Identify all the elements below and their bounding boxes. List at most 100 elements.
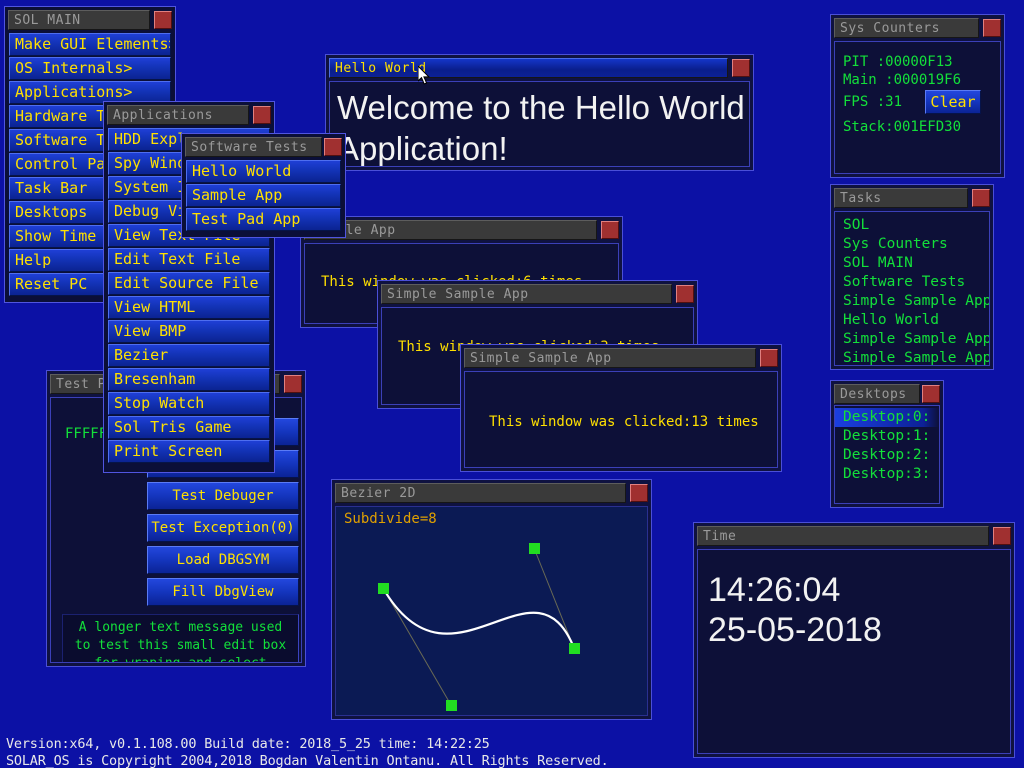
window-sys-counters[interactable]: Sys Counters PIT :00000F13 Main :000019F… bbox=[830, 14, 1005, 178]
test-pad-button-test-exception[interactable]: Test Exception(0) bbox=[147, 514, 299, 542]
desktops-title: Desktops bbox=[834, 384, 920, 404]
menu-item-sample-app[interactable]: Sample App bbox=[186, 184, 341, 207]
close-icon[interactable] bbox=[284, 375, 302, 393]
menu-item-stop-watch[interactable]: Stop Watch bbox=[108, 392, 270, 415]
list-item[interactable]: Sys Counters bbox=[835, 235, 989, 254]
desktops-body: Desktop:0: Desktop:1: Desktop:2: Desktop… bbox=[834, 405, 940, 504]
close-icon[interactable] bbox=[676, 285, 694, 303]
tasks-titlebar[interactable]: Tasks bbox=[834, 188, 990, 208]
close-icon[interactable] bbox=[630, 484, 648, 502]
desktop-root: SOL MAIN Make GUI Elements> OS Internals… bbox=[0, 0, 1024, 768]
hdd1-checkbox-row[interactable]: HDD1 bbox=[945, 169, 1000, 173]
list-item-desktop-0[interactable]: Desktop:0: bbox=[835, 408, 939, 427]
hello-world-title: Hello World bbox=[329, 58, 728, 78]
bezier-handle-line-1 bbox=[382, 587, 452, 706]
close-icon[interactable] bbox=[983, 19, 1001, 37]
list-item-desktop-2[interactable]: Desktop:2: bbox=[835, 446, 939, 465]
bezier-body: Subdivide=8 bbox=[335, 506, 648, 716]
status-line-1: Version:x64, v0.1.108.00 Build date: 201… bbox=[6, 736, 490, 752]
sample-app-3-titlebar[interactable]: Simple Sample App bbox=[464, 348, 778, 368]
desktops-titlebar[interactable]: Desktops bbox=[834, 384, 940, 404]
sample-app-2-title: Simple Sample App bbox=[381, 284, 672, 304]
sample-app-2-titlebar[interactable]: Simple Sample App bbox=[381, 284, 694, 304]
window-time[interactable]: Time 14:26:04 25-05-2018 bbox=[693, 522, 1015, 758]
hdd1-checkbox-icon[interactable] bbox=[945, 172, 959, 173]
sample-app-3-body: This window was clicked:13 times bbox=[464, 371, 778, 468]
sys-counters-titlebar[interactable]: Sys Counters bbox=[834, 18, 1001, 38]
bezier-handle-line-2 bbox=[533, 547, 575, 649]
close-icon[interactable] bbox=[601, 221, 619, 239]
sidebar-item-os-internals[interactable]: OS Internals> bbox=[9, 57, 171, 80]
list-item[interactable]: Simple Sample App bbox=[835, 349, 989, 365]
test-pad-button-test-debuger[interactable]: Test Debuger bbox=[147, 482, 299, 510]
bezier-control-point bbox=[378, 583, 389, 594]
applications-menu-titlebar[interactable]: Applications bbox=[107, 105, 271, 125]
list-item[interactable]: Simple Sample App bbox=[835, 330, 989, 349]
menu-item-print-screen[interactable]: Print Screen bbox=[108, 440, 270, 463]
hello-world-message-line1: Welcome to the Hello World bbox=[337, 89, 745, 126]
sol-main-titlebar[interactable]: SOL MAIN bbox=[8, 10, 172, 30]
menu-item-bresenham[interactable]: Bresenham bbox=[108, 368, 270, 391]
test-pad-button-fill-dbgview[interactable]: Fill DbgView bbox=[147, 578, 299, 606]
sample-app-1-title: Simple Sample App bbox=[304, 220, 597, 240]
window-software-tests-menu[interactable]: Software Tests Hello World Sample App Te… bbox=[181, 133, 346, 238]
time-title: Time bbox=[697, 526, 989, 546]
test-pad-button-load-dbgsym[interactable]: Load DBGSYM bbox=[147, 546, 299, 574]
list-item-desktop-1[interactable]: Desktop:1: bbox=[835, 427, 939, 446]
watchdog-checkbox-icon[interactable] bbox=[845, 172, 859, 173]
time-body: 14:26:04 25-05-2018 bbox=[697, 549, 1011, 754]
clear-button[interactable]: Clear bbox=[925, 90, 981, 114]
menu-item-test-pad-app[interactable]: Test Pad App bbox=[186, 208, 341, 231]
close-icon[interactable] bbox=[732, 59, 750, 77]
software-tests-menu-list: Hello World Sample App Test Pad App bbox=[186, 160, 341, 231]
bezier-titlebar[interactable]: Bezier 2D bbox=[335, 483, 648, 503]
sys-counters-main: Main :000019F6 bbox=[843, 72, 962, 88]
menu-item-bezier[interactable]: Bezier bbox=[108, 344, 270, 367]
sidebar-item-make-gui-elements[interactable]: Make GUI Elements> bbox=[9, 33, 171, 56]
close-icon[interactable] bbox=[993, 527, 1011, 545]
window-tasks[interactable]: Tasks SOL Sys Counters SOL MAIN Software… bbox=[830, 184, 994, 370]
bezier-control-point bbox=[569, 643, 580, 654]
sample-app-3-message: This window was clicked:13 times bbox=[489, 414, 759, 430]
tasks-body: SOL Sys Counters SOL MAIN Software Tests… bbox=[834, 211, 990, 366]
close-icon[interactable] bbox=[760, 349, 778, 367]
menu-item-sol-tris-game[interactable]: Sol Tris Game bbox=[108, 416, 270, 439]
close-icon[interactable] bbox=[154, 11, 172, 29]
sample-app-3-title: Simple Sample App bbox=[464, 348, 756, 368]
list-item-desktop-3[interactable]: Desktop:3: bbox=[835, 465, 939, 484]
close-icon[interactable] bbox=[324, 138, 342, 156]
menu-item-hello-world[interactable]: Hello World bbox=[186, 160, 341, 183]
status-line-2: SOLAR_OS is Copyright 2004,2018 Bogdan V… bbox=[6, 753, 609, 768]
software-tests-menu-titlebar[interactable]: Software Tests bbox=[185, 137, 342, 157]
bezier-control-point bbox=[446, 700, 457, 711]
date-value: 25-05-2018 bbox=[708, 611, 882, 649]
list-item[interactable]: Hello World bbox=[835, 311, 989, 330]
window-hello-world[interactable]: Hello World Welcome to the Hello World A… bbox=[325, 54, 754, 171]
window-simple-sample-app-3[interactable]: Simple Sample App This window was clicke… bbox=[460, 344, 782, 472]
mouse-cursor-icon bbox=[418, 66, 430, 85]
watchdog-checkbox-row[interactable]: Watch Dog bbox=[845, 169, 947, 174]
menu-item-edit-text-file[interactable]: Edit Text File bbox=[108, 248, 270, 271]
tasks-title: Tasks bbox=[834, 188, 968, 208]
close-icon[interactable] bbox=[253, 106, 271, 124]
sys-counters-pit: PIT :00000F13 bbox=[843, 54, 953, 70]
list-item[interactable]: Software Tests bbox=[835, 273, 989, 292]
list-item[interactable]: SOL MAIN bbox=[835, 254, 989, 273]
applications-menu-title: Applications bbox=[107, 105, 249, 125]
window-desktops[interactable]: Desktops Desktop:0: Desktop:1: Desktop:2… bbox=[830, 380, 944, 508]
list-item[interactable]: Simple Sample App bbox=[835, 292, 989, 311]
close-icon[interactable] bbox=[972, 189, 990, 207]
hello-world-titlebar[interactable]: Hello World bbox=[329, 58, 750, 78]
close-icon[interactable] bbox=[922, 385, 940, 403]
test-pad-edit-box[interactable]: A longer text message used to test this … bbox=[62, 614, 299, 662]
bezier-canvas[interactable] bbox=[336, 507, 648, 716]
window-bezier-2d[interactable]: Bezier 2D Subdivide=8 bbox=[331, 479, 652, 720]
sample-app-1-titlebar[interactable]: Simple Sample App bbox=[304, 220, 619, 240]
watchdog-label: Watch Dog bbox=[871, 172, 947, 174]
list-item[interactable]: SOL bbox=[835, 216, 989, 235]
menu-item-view-html[interactable]: View HTML bbox=[108, 296, 270, 319]
menu-item-view-bmp[interactable]: View BMP bbox=[108, 320, 270, 343]
sys-counters-title: Sys Counters bbox=[834, 18, 979, 38]
menu-item-edit-source-file[interactable]: Edit Source File bbox=[108, 272, 270, 295]
time-titlebar[interactable]: Time bbox=[697, 526, 1011, 546]
